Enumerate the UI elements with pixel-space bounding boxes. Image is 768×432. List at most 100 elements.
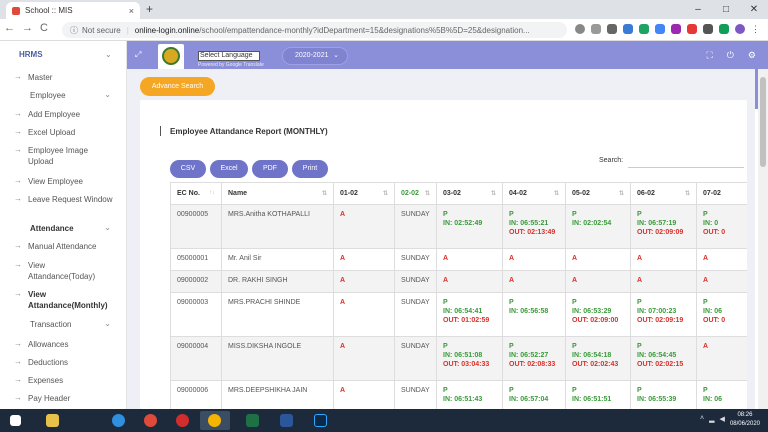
forward-icon[interactable]: → (22, 22, 33, 34)
back-icon[interactable]: ← (4, 22, 15, 34)
status-value: A (703, 277, 709, 284)
minimize-icon[interactable]: – (684, 0, 712, 19)
column-header-label: Name (228, 190, 248, 197)
arrow-icon: → (14, 393, 22, 402)
sidebar-item-label: Employee Image Upload (28, 146, 89, 166)
chrome-active-icon[interactable] (200, 411, 230, 430)
sidebar-item-label: View Attandance(Monthly) (28, 290, 108, 310)
sort-icon[interactable]: ⇅ (685, 190, 690, 197)
info-icon[interactable]: ⓘ (70, 25, 78, 36)
star-icon[interactable] (591, 24, 601, 34)
reload-icon[interactable]: C (40, 22, 48, 34)
network-icon[interactable]: ▂ (709, 415, 714, 423)
advance-search-button[interactable]: Advance Search (140, 77, 215, 96)
chevron-up-icon[interactable]: ˄ (700, 415, 704, 423)
column-header[interactable]: 03-02 ⇅ (436, 182, 503, 205)
extension-icon[interactable] (671, 24, 681, 34)
chrome-icon[interactable] (136, 411, 166, 430)
out-time: OUT: 01:02:59 (443, 317, 490, 324)
attendance-cell: A (436, 248, 503, 271)
arrow-icon: → (14, 176, 22, 185)
sort-icon[interactable]: ⇅ (619, 190, 624, 197)
start-button[interactable] (2, 411, 32, 430)
gear-icon[interactable]: ⚙ (748, 50, 756, 61)
chevron-down-icon: ⌄ (104, 223, 111, 232)
profile-icon[interactable] (735, 24, 745, 34)
browser-tab[interactable]: School :: MIS × (6, 2, 140, 19)
table-row: 05000001 Mr. Anil Sir A SUNDAY A A A A A (170, 248, 747, 271)
status-value: A (572, 255, 578, 262)
tab-close-icon[interactable]: × (129, 6, 134, 16)
menu-icon[interactable]: ⋮ (751, 24, 761, 34)
camera-icon[interactable] (607, 24, 617, 34)
extension-icon[interactable] (639, 24, 649, 34)
column-header[interactable]: 06-02 ⇅ (630, 182, 697, 205)
pdf-button[interactable]: PDF (252, 160, 288, 178)
extension-icon[interactable] (655, 24, 665, 34)
sort-icon[interactable]: ⇅ (554, 190, 559, 197)
table-row: 09000003 MRS.PRACHI SHINDE A SUNDAY P IN: 06:… (170, 292, 747, 337)
table-cell: 00900005 (170, 204, 222, 249)
scrollbar-thumb[interactable] (760, 77, 766, 167)
power-icon[interactable]: ⏻ (727, 50, 734, 61)
zoom-icon[interactable] (575, 24, 585, 34)
attendance-cell: P IN: 06:57:19 OUT: 02:09:09 (630, 204, 697, 249)
search-input[interactable] (628, 154, 744, 168)
clock[interactable]: 08:26 08/06/2020 (730, 411, 760, 429)
extension-icon[interactable] (687, 24, 697, 34)
maximize-icon[interactable]: □ (712, 0, 740, 19)
in-time: IN: 06:56:58 (509, 308, 549, 315)
search-label: Search: (599, 157, 624, 164)
word-icon[interactable] (272, 411, 302, 430)
column-header[interactable]: EC No. ↑↓ (170, 182, 222, 205)
chevron-down-icon[interactable]: ⌄ (105, 50, 112, 59)
opera-icon[interactable] (168, 411, 198, 430)
column-header[interactable]: 07-02⇅ (696, 182, 747, 205)
sort-icon[interactable]: ⇅ (491, 190, 496, 197)
column-header[interactable]: 04-02 ⇅ (502, 182, 566, 205)
language-select[interactable]: Select Language (198, 51, 260, 61)
file-explorer-icon[interactable] (38, 411, 68, 430)
excel-button[interactable]: Excel (210, 160, 248, 178)
cell-value: A (340, 387, 346, 394)
column-header[interactable]: 02-02 ⇅ (394, 182, 437, 205)
url-input[interactable]: ⓘ Not secure | online-login.online /scho… (62, 22, 567, 38)
csv-button[interactable]: CSV (170, 160, 206, 178)
table-cell: DR. RAKHI SINGH (221, 270, 334, 293)
in-time: IN: 06:51:08 (443, 352, 483, 359)
column-header[interactable]: Name ⇅ (221, 182, 334, 205)
column-header[interactable]: 05-02 ⇅ (565, 182, 631, 205)
sort-icon[interactable]: ↑↓ (209, 190, 215, 196)
out-time: OUT: 03:04:33 (443, 361, 490, 368)
fullscreen-icon[interactable]: ⛶ (706, 50, 712, 61)
extension-icon[interactable] (719, 24, 729, 34)
cell-value: SUNDAY (401, 299, 430, 306)
photoshop-icon[interactable] (306, 411, 336, 430)
status-value: P (443, 211, 448, 218)
sidebar: HRMS ⌄ → Master Employee ⌄ → Add Employee → Exc… (0, 41, 127, 409)
extension-icon[interactable] (623, 24, 633, 34)
new-tab-button[interactable]: + (146, 2, 153, 16)
attendance-cell: P IN: 07:00:23 OUT: 02:09:19 (630, 292, 697, 337)
in-time: IN: 06:54:18 (572, 352, 612, 359)
extension-icon[interactable] (703, 24, 713, 34)
window-close-icon[interactable]: ✕ (740, 0, 768, 19)
expand-icon[interactable]: ⤢ (135, 50, 141, 60)
cell-value: A (340, 299, 346, 306)
cell-value: A (340, 277, 346, 284)
sort-icon[interactable]: ⇅ (322, 190, 327, 197)
attendance-cell: P IN: 06:56:58 (502, 292, 566, 337)
sort-icon[interactable]: ⇅ (425, 190, 430, 197)
ie-icon[interactable] (104, 411, 134, 430)
table-cell: 09000004 (170, 336, 222, 381)
excel-icon[interactable] (238, 411, 268, 430)
column-header[interactable]: 01-02 ⇅ (333, 182, 395, 205)
attendance-cell: A (630, 248, 697, 271)
page-scrollbar[interactable] (758, 69, 768, 409)
in-time: IN: 06:57:19 (637, 220, 677, 227)
sort-icon[interactable]: ⇅ (383, 190, 388, 197)
in-time: IN: 06:53:29 (572, 308, 612, 315)
print-button[interactable]: Print (292, 160, 328, 178)
session-select[interactable]: 2020-2021 ⌄ (282, 47, 348, 65)
volume-icon[interactable]: ◀ (719, 415, 724, 423)
